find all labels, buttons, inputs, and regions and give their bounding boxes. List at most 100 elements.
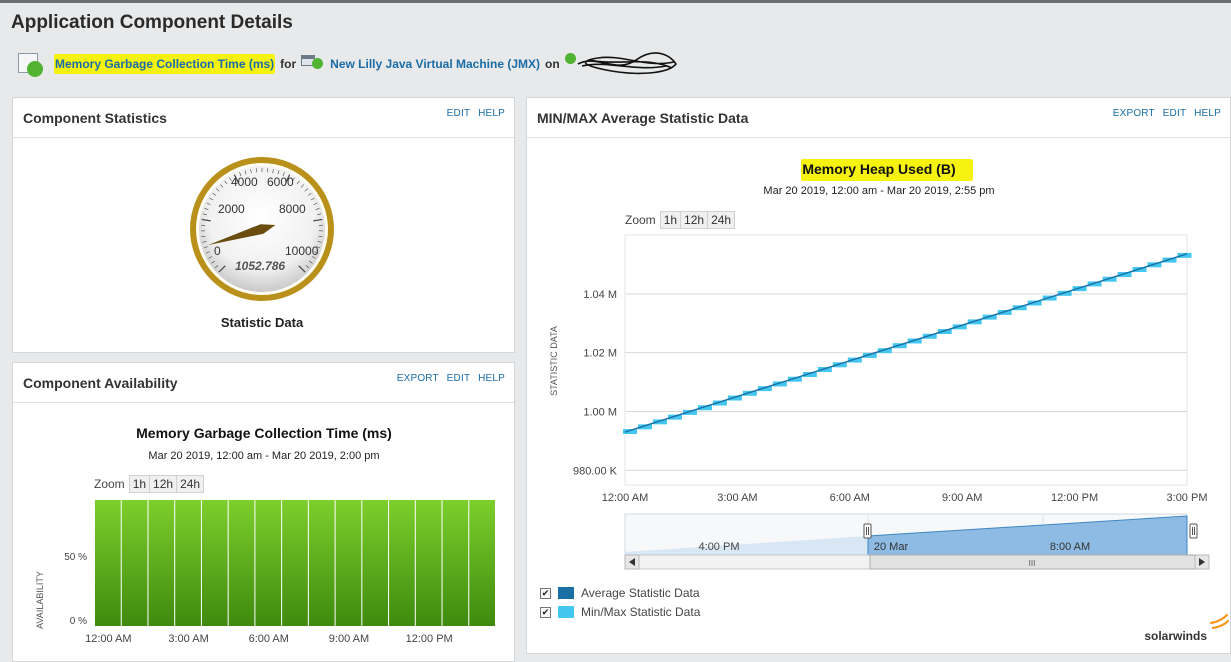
availability-bar	[282, 500, 308, 626]
availability-bar	[309, 500, 335, 626]
help-link[interactable]: HELP	[478, 108, 505, 119]
export-link[interactable]: EXPORT	[397, 373, 439, 384]
x-tick-label: 12:00 PM	[406, 633, 453, 645]
heap-zoom-controls: Zoom 1h 12h 24h	[625, 211, 735, 229]
zoom-label: Zoom	[625, 213, 656, 227]
navigator-label: 20 Mar	[874, 541, 909, 553]
legend-swatch	[558, 587, 574, 599]
gauge-tick-label: 6000	[267, 175, 294, 189]
availability-chart-subtitle: Mar 20 2019, 12:00 am - Mar 20 2019, 2:0…	[148, 450, 379, 462]
legend-item-minmax[interactable]: ✔ Min/Max Statistic Data	[540, 605, 700, 619]
component-status-icon	[18, 51, 44, 77]
x-tick-label: 3:00 AM	[717, 492, 757, 504]
y-tick-label: 0 %	[70, 616, 87, 627]
y-tick-label: 1.00 M	[583, 406, 617, 418]
zoom-24h-button[interactable]: 24h	[177, 475, 204, 493]
component-availability-panel: Component Availability EXPORT EDIT HELP …	[12, 362, 515, 662]
x-tick-label: 6:00 AM	[249, 633, 289, 645]
on-text: on	[545, 57, 560, 71]
x-tick-label: 12:00 AM	[602, 492, 648, 504]
y-tick-label: 50 %	[64, 552, 87, 563]
availability-bar	[443, 500, 469, 626]
edit-link[interactable]: EDIT	[447, 373, 470, 384]
gauge: 2000 4000 6000 8000 0 10000 1052.786 Sta…	[13, 139, 516, 354]
application-status-icon	[301, 55, 323, 73]
availability-bar	[336, 500, 362, 626]
breadcrumb: Memory Garbage Collection Time (ms) for …	[18, 49, 680, 79]
availability-bar	[95, 500, 121, 626]
heap-y-axis-label: STATISTIC DATA	[549, 326, 559, 396]
help-link[interactable]: HELP	[1194, 108, 1221, 119]
availability-zoom-controls: Zoom 1h 12h 24h	[94, 475, 204, 493]
x-tick-label: 12:00 AM	[85, 633, 131, 645]
navigator-left-handle[interactable]	[864, 524, 871, 538]
availability-y-axis-label: AVAILABILITY	[35, 571, 45, 629]
solarwinds-swoosh-icon	[1211, 615, 1228, 628]
zoom-12h-button[interactable]: 12h	[681, 211, 708, 229]
gauge-tick-label: 0	[214, 244, 221, 258]
availability-bar	[389, 500, 415, 626]
y-tick-label: 1.02 M	[583, 348, 617, 360]
availability-bar	[416, 500, 442, 626]
legend-checkbox[interactable]: ✔	[540, 588, 551, 599]
availability-bar	[469, 500, 495, 626]
legend-item-average[interactable]: ✔ Average Statistic Data	[540, 586, 700, 600]
component-statistics-title: Component Statistics	[23, 110, 167, 126]
heap-chart-subtitle: Mar 20 2019, 12:00 am - Mar 20 2019, 2:5…	[763, 185, 994, 197]
zoom-1h-button[interactable]: 1h	[129, 475, 150, 493]
availability-chart: Memory Garbage Collection Time (ms) Mar …	[13, 404, 516, 654]
gauge-caption: Statistic Data	[221, 315, 304, 330]
navigator-right-handle[interactable]	[1190, 524, 1197, 538]
gauge-tick-label: 2000	[218, 202, 245, 216]
availability-bar	[255, 500, 281, 626]
edit-link[interactable]: EDIT	[1163, 108, 1186, 119]
minmax-mark	[1178, 253, 1192, 258]
x-tick-label: 9:00 AM	[329, 633, 369, 645]
zoom-1h-button[interactable]: 1h	[660, 211, 681, 229]
availability-bar	[148, 500, 174, 626]
y-tick-label: 980.00 K	[573, 465, 618, 477]
help-link[interactable]: HELP	[478, 373, 505, 384]
zoom-12h-button[interactable]: 12h	[150, 475, 177, 493]
minmax-statistic-panel: MIN/MAX Average Statistic Data EXPORT ED…	[526, 97, 1231, 654]
edit-link[interactable]: EDIT	[447, 108, 470, 119]
minmax-panel-title: MIN/MAX Average Statistic Data	[537, 110, 748, 126]
legend-checkbox[interactable]: ✔	[540, 607, 551, 618]
availability-bar	[175, 500, 201, 626]
availability-bar	[362, 500, 388, 626]
availability-chart-title: Memory Garbage Collection Time (ms)	[136, 425, 392, 441]
plot-area	[625, 235, 1187, 485]
availability-bar	[202, 500, 228, 626]
gauge-tick-label: 4000	[231, 175, 258, 189]
solarwinds-logo: solarwinds	[1144, 629, 1207, 643]
export-link[interactable]: EXPORT	[1113, 108, 1155, 119]
zoom-24h-button[interactable]: 24h	[708, 211, 735, 229]
gauge-tick-label: 10000	[285, 244, 319, 258]
y-tick-label: 1.04 M	[583, 289, 617, 301]
redacted-node-name	[576, 50, 680, 78]
x-tick-label: 3:00 AM	[168, 633, 208, 645]
x-tick-label: 9:00 AM	[942, 492, 982, 504]
x-tick-label: 3:00 PM	[1167, 492, 1208, 504]
gauge-tick-label: 8000	[279, 202, 306, 216]
legend-label: Average Statistic Data	[581, 586, 700, 600]
node-status-icon	[565, 53, 576, 64]
availability-bar	[122, 500, 148, 626]
legend-label: Min/Max Statistic Data	[581, 605, 700, 619]
legend-swatch	[558, 606, 574, 618]
navigator-label: 4:00 PM	[699, 541, 740, 553]
scroll-grip: III	[1029, 559, 1036, 568]
x-tick-label: 12:00 PM	[1051, 492, 1098, 504]
component-link[interactable]: Memory Garbage Collection Time (ms)	[54, 54, 275, 74]
component-statistics-panel: Component Statistics EDIT HELP 2000 4000…	[12, 97, 515, 353]
application-link[interactable]: New Lilly Java Virtual Machine (JMX)	[330, 57, 540, 71]
heap-chart-title: Memory Heap Used (B)	[802, 161, 955, 177]
range-navigator[interactable]: 4:00 PM 20 Mar 8:00 AM III	[625, 514, 1209, 569]
navigator-label: 8:00 AM	[1050, 541, 1090, 553]
for-text: for	[280, 57, 296, 71]
x-tick-label: 6:00 AM	[830, 492, 870, 504]
zoom-label: Zoom	[94, 477, 125, 491]
availability-bar	[229, 500, 255, 626]
component-availability-title: Component Availability	[23, 375, 178, 391]
gauge-value: 1052.786	[235, 259, 285, 273]
